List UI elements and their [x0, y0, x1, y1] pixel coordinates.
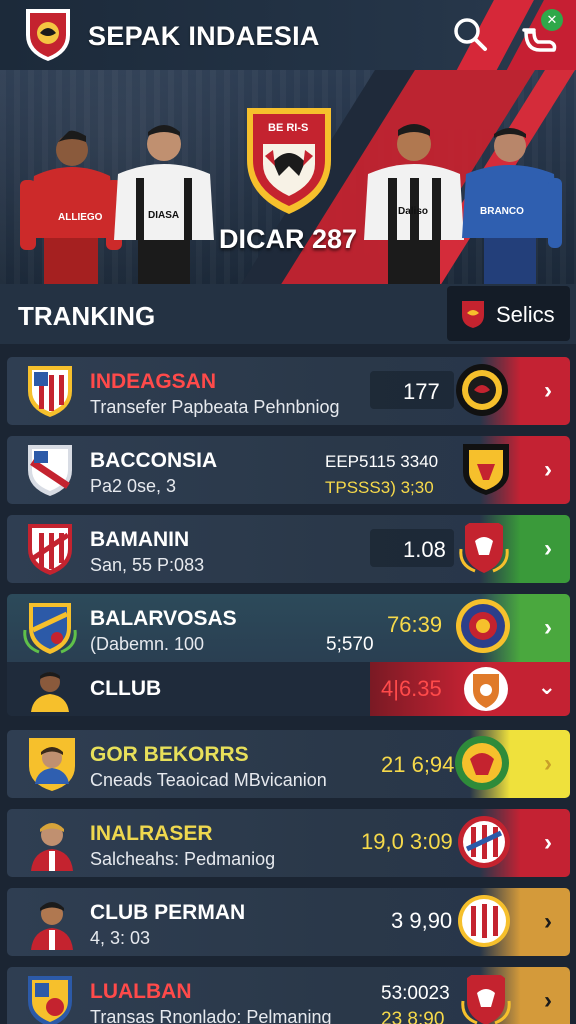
player-jersey-text: Daliso — [398, 206, 429, 217]
club-name: INALRASER — [90, 822, 213, 845]
club-name: BACCONSIA — [90, 449, 218, 472]
select-button-label: Selics — [496, 302, 555, 327]
chevron-right-icon[interactable]: › — [544, 377, 552, 405]
section-title: TRANKING — [18, 301, 156, 331]
ranking-row[interactable]: GOR BEKORRS Cneads Teaoicad MBvicanion 2… — [7, 730, 570, 798]
player-illustration-striped — [114, 125, 214, 284]
ranking-row[interactable]: INDEAGSAN Transefer Papbeata Pehnbniog 1… — [7, 357, 570, 425]
player-illustration-striped-2 — [364, 124, 464, 284]
club-subtitle: Cneads Teaoicad MBvicanion — [90, 770, 327, 790]
hero-club-crest-icon — [247, 108, 331, 214]
club-badge-icon — [455, 736, 509, 790]
player-avatar-icon — [31, 902, 73, 950]
club-crest-icon — [23, 603, 77, 654]
club-name: INDEAGSAN — [90, 370, 217, 393]
club-score-secondary: 5;570 — [326, 634, 374, 655]
club-subtitle: Transas Rnonlado: Pelmaning — [90, 1007, 332, 1024]
club-crest-icon — [28, 976, 72, 1024]
chevron-down-icon[interactable]: ⌄ — [538, 674, 556, 700]
club-name: CLUB PERMAN — [90, 901, 246, 924]
ranking-row[interactable]: LUALBAN Transas Rnonlado: Pelmaning 53:0… — [7, 967, 570, 1024]
crest-icon — [462, 301, 484, 328]
chevron-right-icon[interactable]: › — [544, 829, 552, 857]
search-icon[interactable] — [452, 16, 488, 52]
sub-row-cllub[interactable]: CLLUB 4|6.35 ⌄ — [7, 662, 570, 716]
club-score: 21 6;94 — [381, 752, 455, 777]
club-crest-icon — [28, 366, 72, 417]
club-name: BALARVOSAS — [90, 607, 237, 630]
player-illustration-blue — [462, 128, 562, 284]
ranking-row[interactable]: BACCONSIA Pa2 0se, 3 EEP5115 3340 TPSSS3… — [7, 436, 570, 504]
club-name: LUALBAN — [90, 980, 192, 1003]
chevron-right-icon[interactable]: › — [544, 614, 552, 642]
club-score: 177 — [403, 379, 440, 404]
app-logo-crest-icon[interactable] — [22, 5, 74, 63]
chevron-right-icon[interactable]: › — [544, 750, 552, 778]
club-score-secondary: TPSSS3) 3;30 — [325, 478, 434, 497]
select-button[interactable]: Selics — [447, 286, 570, 341]
club-score-secondary: 23 8:90 — [381, 1009, 445, 1024]
ranking-row[interactable]: BAMANIN San, 55 P:083 1.08 › — [7, 515, 570, 583]
player-avatar-icon — [31, 823, 73, 871]
club-score: 4|6.35 — [381, 676, 442, 701]
ranking-row[interactable]: CLUB PERMAN 4, 3: 03 3 9,90 › — [7, 888, 570, 956]
club-crest-icon — [28, 524, 72, 575]
club-subtitle: Pa2 0se, 3 — [90, 476, 177, 496]
club-score: 1.08 — [403, 537, 446, 562]
ranking-row[interactable]: INALRASER Salcheahs: Pedmaniog 19,0 3:09… — [7, 809, 570, 877]
club-badge-icon — [458, 895, 510, 947]
chevron-right-icon[interactable]: › — [544, 987, 552, 1015]
club-badge-icon — [461, 975, 511, 1024]
player-jersey-text: BRANCO — [480, 206, 524, 217]
hero-banner: ALLIEGO DIASA BE RI-S Daliso BRANCO DICA… — [0, 70, 576, 284]
club-score: 53:0023 — [381, 983, 450, 1004]
club-score: 19,0 3:09 — [361, 829, 453, 854]
club-score: 76:39 — [387, 612, 443, 637]
hero-title: DICAR 287 — [219, 224, 358, 254]
chevron-right-icon[interactable]: › — [544, 456, 552, 484]
player-avatar-icon — [29, 738, 75, 791]
club-badge-icon — [464, 667, 508, 711]
club-name: BAMANIN — [90, 528, 190, 551]
club-score: 3 9,90 — [391, 908, 453, 933]
club-subtitle: 4, 3: 03 — [90, 928, 151, 948]
club-badge-icon — [456, 599, 510, 653]
club-subtitle: (Dabemn. 100 — [90, 634, 205, 654]
club-subtitle: San, 55 P:083 — [90, 555, 205, 575]
club-subtitle: Transefer Papbeata Pehnbniog — [90, 397, 340, 417]
club-name: GOR BEKORRS — [90, 743, 249, 766]
ranking-row-expanded[interactable]: BALARVOSAS (Dabemn. 100 76:39 5;570 › CL… — [7, 594, 570, 716]
club-crest-icon — [28, 445, 72, 496]
club-badge-icon — [456, 364, 508, 416]
club-name: CLLUB — [90, 677, 162, 700]
club-subtitle: Salcheahs: Pedmaniog — [90, 849, 276, 869]
hero-crest-text: BE RI-S — [268, 122, 309, 134]
club-badge-icon — [458, 816, 510, 868]
chevron-right-icon[interactable]: › — [544, 535, 552, 563]
club-score: EEP5115 3340 — [325, 452, 439, 471]
app-title: SEPAK INDAESIA — [88, 21, 320, 51]
club-badge-icon — [463, 444, 509, 495]
player-avatar-icon — [31, 672, 69, 712]
notification-badge[interactable]: ✕ — [541, 9, 563, 31]
club-badge-icon — [459, 523, 509, 573]
player-jersey-text: ALLIEGO — [58, 212, 103, 223]
player-jersey-text: DIASA — [148, 210, 180, 221]
chevron-right-icon[interactable]: › — [544, 908, 552, 936]
